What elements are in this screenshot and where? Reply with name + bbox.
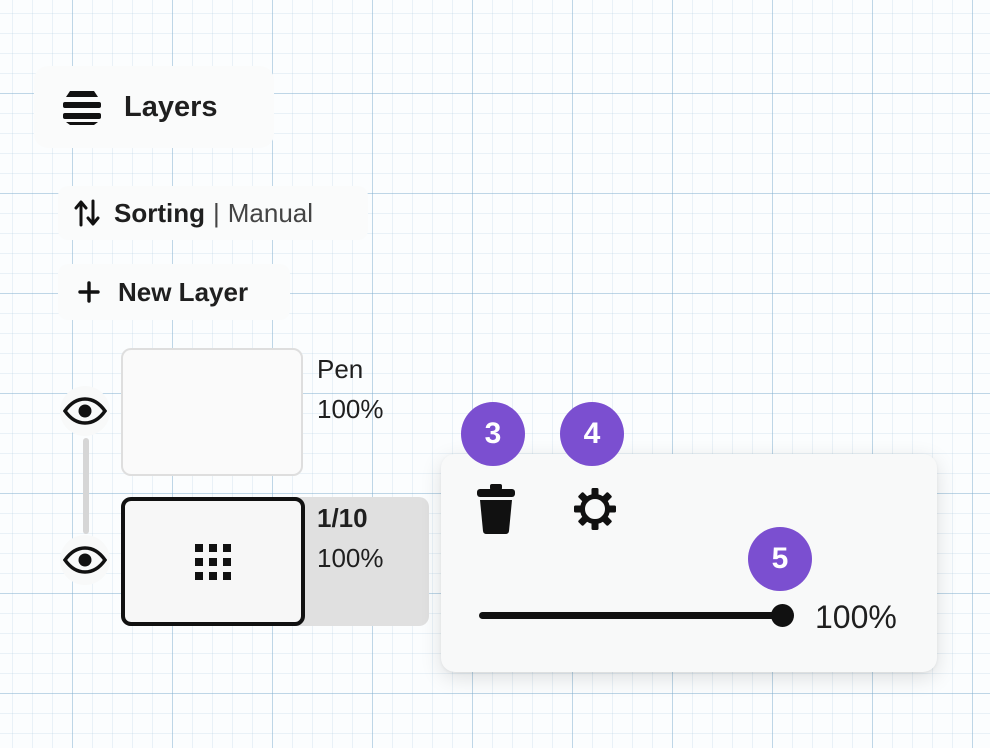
layer-name: Pen: [317, 354, 364, 384]
plus-icon: [78, 281, 100, 303]
opacity-slider-thumb[interactable]: [771, 604, 794, 627]
layer-info[interactable]: Pen 100%: [317, 325, 384, 453]
sorting-label: Sorting: [114, 197, 205, 228]
delete-layer-button[interactable]: [471, 481, 521, 537]
new-layer-label: New Layer: [118, 276, 249, 307]
opacity-value: 100%: [815, 599, 897, 635]
layer-info[interactable]: 1/10 100%: [317, 474, 384, 602]
dot-grid-icon: [195, 543, 231, 580]
layer-thumbnail-selected[interactable]: [121, 497, 305, 626]
new-layer-button[interactable]: New Layer: [58, 264, 290, 320]
sorting-value: Manual: [227, 197, 314, 228]
layer-visibility-toggle[interactable]: [60, 386, 110, 436]
sorting-control[interactable]: Sorting | Manual: [58, 186, 368, 240]
opacity-slider-track[interactable]: [479, 612, 783, 619]
eye-icon: [63, 397, 107, 425]
visibility-connector: [83, 438, 89, 534]
layer-opacity: 100%: [317, 543, 384, 573]
layer-opacity: 100%: [317, 394, 384, 424]
layers-panel-header[interactable]: Layers: [34, 66, 274, 148]
layer-name: 1/10: [317, 503, 368, 533]
gear-icon: [574, 488, 616, 530]
callout-badge: 5: [748, 527, 812, 591]
layers-icon: [63, 91, 101, 125]
sorting-separator: |: [213, 197, 220, 228]
layer-visibility-toggle[interactable]: [60, 535, 110, 585]
trash-icon: [477, 484, 515, 534]
layer-thumbnail[interactable]: [121, 348, 303, 476]
panel-title: Layers: [124, 90, 218, 123]
callout-badge: 3: [461, 402, 525, 466]
callout-badge: 4: [560, 402, 624, 466]
layer-settings-button[interactable]: [570, 484, 620, 534]
sort-arrows-icon: [74, 199, 100, 227]
eye-icon: [63, 546, 107, 574]
